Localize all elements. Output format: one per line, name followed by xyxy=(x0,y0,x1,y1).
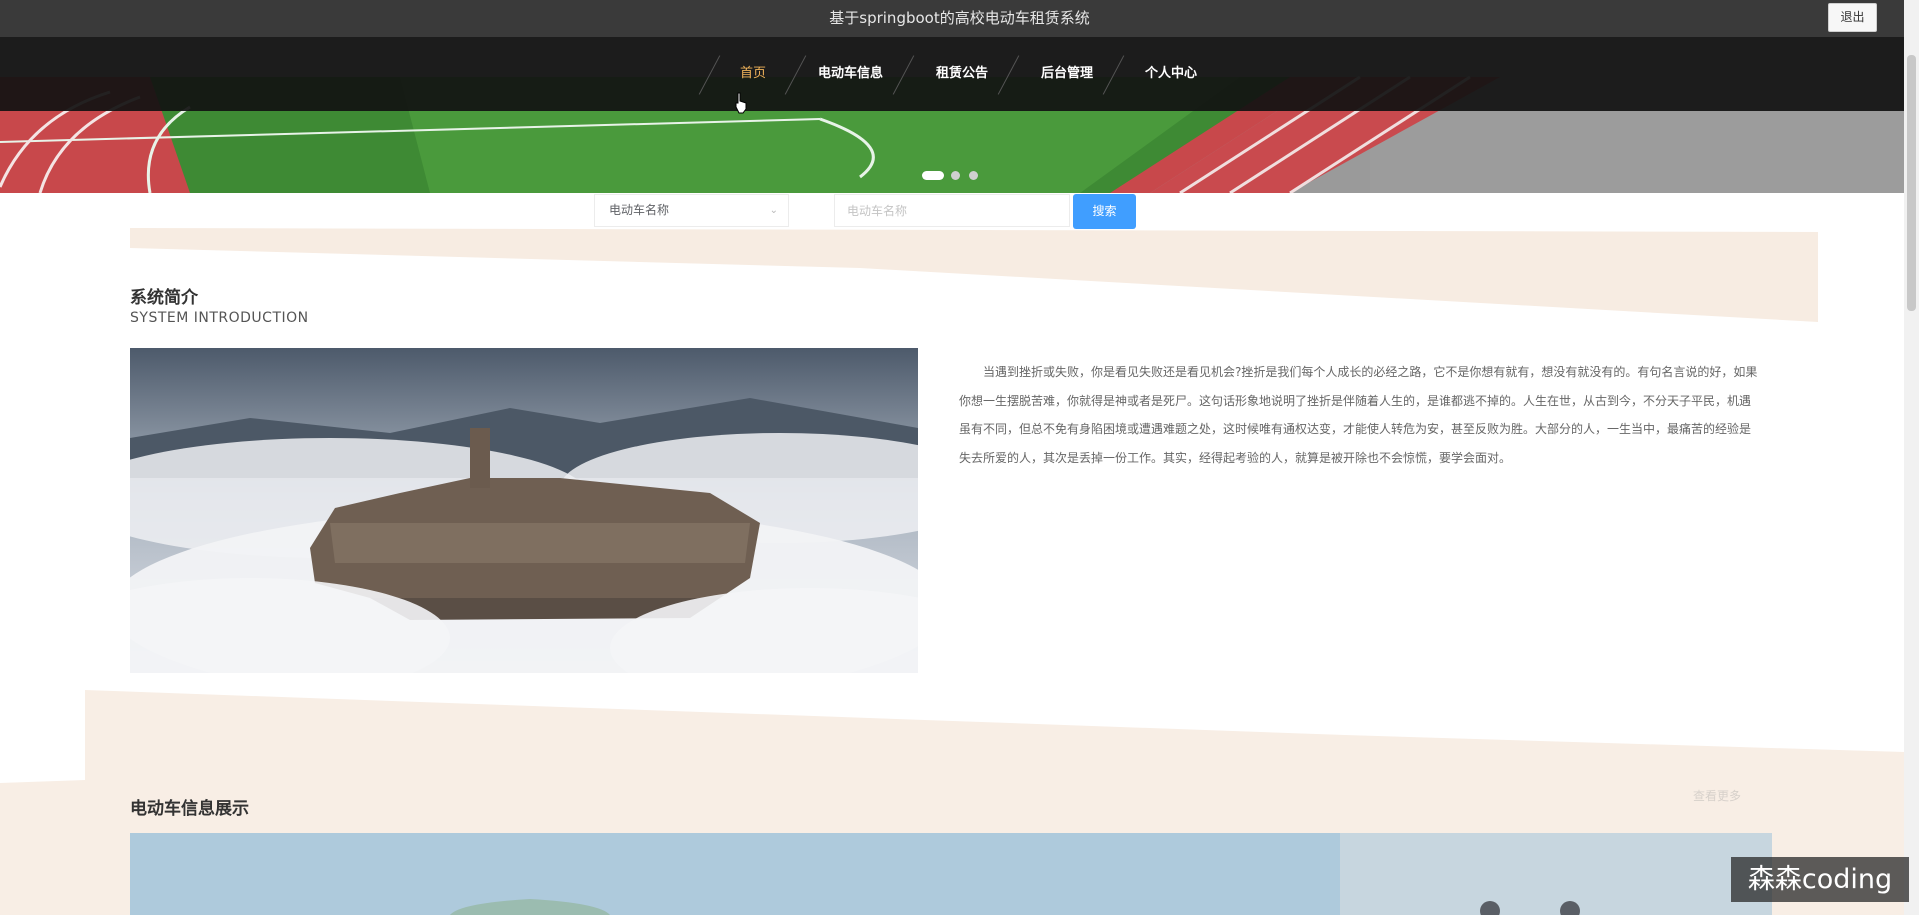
carousel-dot-1[interactable] xyxy=(922,171,944,180)
search-input[interactable] xyxy=(834,194,1070,227)
chevron-down-icon: ⌄ xyxy=(769,205,778,216)
main-nav: 首页 电动车信息 租赁公告 后台管理 个人中心 xyxy=(0,37,1904,111)
watermark: 森森coding xyxy=(1731,857,1909,902)
vehicle-image[interactable] xyxy=(130,833,1772,915)
search-field-select[interactable]: 电动车名称 ⌄ xyxy=(594,194,789,227)
nav-separator xyxy=(698,55,721,95)
more-link[interactable]: 查看更多 xyxy=(1693,787,1741,804)
intro-text: 当遇到挫折或失败，你是看见失败还是看见机会?挫折是我们每个人成长的必经之路，它不… xyxy=(959,365,1758,465)
intro-title: 系统简介 xyxy=(130,288,198,308)
search-button[interactable]: 搜索 xyxy=(1073,194,1136,229)
vehicles-section-title: 电动车信息展示 xyxy=(130,799,249,819)
nav-item-vehicle-info[interactable]: 电动车信息 xyxy=(818,37,883,111)
intro-subtitle: SYSTEM INTRODUCTION xyxy=(130,310,309,326)
nav-separator xyxy=(997,55,1020,95)
nav-item-admin[interactable]: 后台管理 xyxy=(1041,37,1093,111)
logout-button[interactable]: 退出 xyxy=(1828,3,1877,32)
carousel-dot-3[interactable] xyxy=(969,171,978,180)
carousel-dot-2[interactable] xyxy=(951,171,960,180)
nav-item-rental-notice[interactable]: 租赁公告 xyxy=(936,37,988,111)
search-field-value: 电动车名称 xyxy=(609,203,670,217)
scrollbar-thumb[interactable] xyxy=(1907,55,1916,311)
nav-separator xyxy=(1102,55,1125,95)
nav-separator xyxy=(892,55,915,95)
page-scrollbar[interactable] xyxy=(1904,0,1919,915)
mouse-cursor-icon xyxy=(735,92,747,114)
nav-separator xyxy=(784,55,807,95)
title-bar: 基于springboot的高校电动车租赁系统 退出 xyxy=(0,0,1919,37)
nav-item-personal-center[interactable]: 个人中心 xyxy=(1145,37,1197,111)
site-title: 基于springboot的高校电动车租赁系统 xyxy=(829,9,1090,27)
intro-image xyxy=(130,348,918,673)
